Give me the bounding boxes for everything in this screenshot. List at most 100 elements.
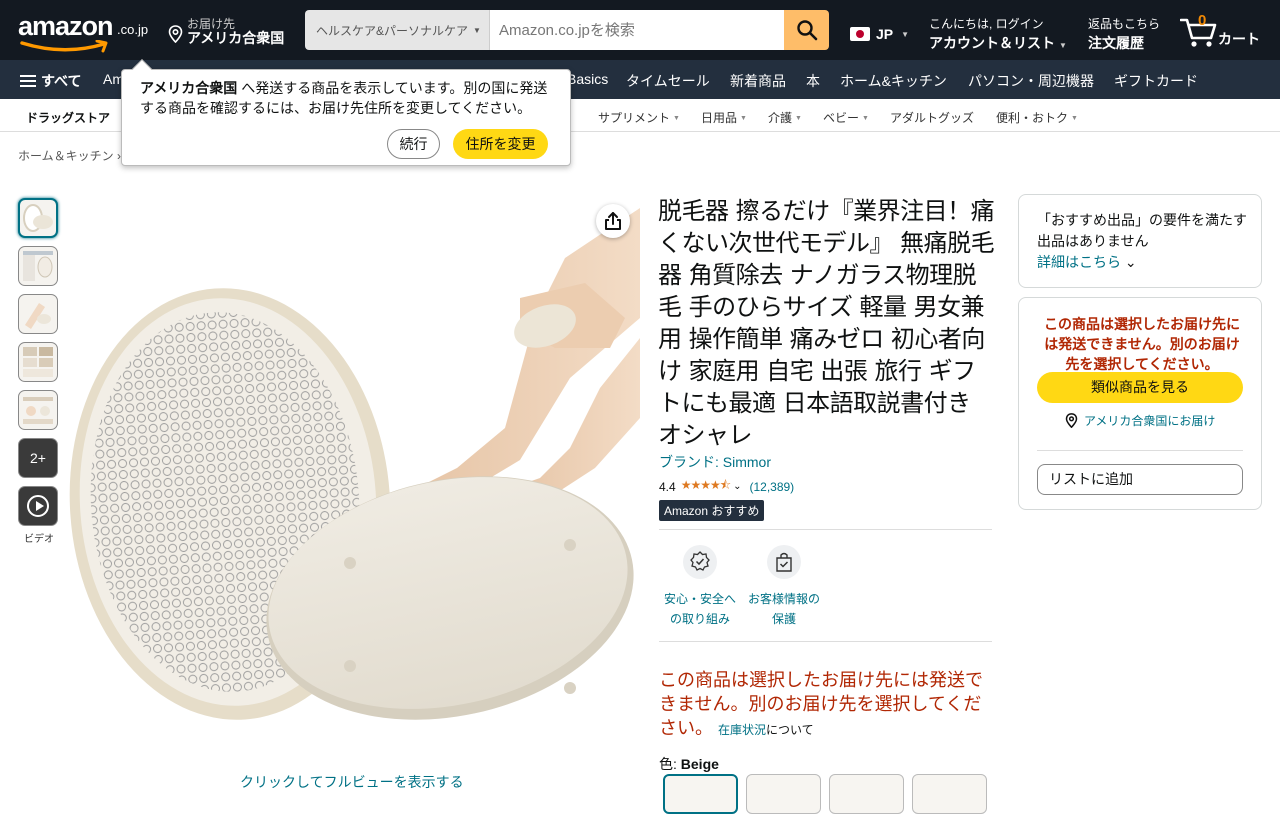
deliver-to-selector[interactable]: お届け先 アメリカ合衆国 bbox=[168, 13, 293, 49]
location-pin-icon bbox=[1065, 413, 1078, 428]
not-shippable-notice: この商品は選択したお届け先には発送できません。別のお届け先を選択してください。 bbox=[1044, 316, 1240, 372]
category-item-daily-goods[interactable]: 日用品 ▼ bbox=[701, 109, 747, 126]
shield-check-icon bbox=[683, 545, 717, 579]
category-item-adult[interactable]: アダルトグッズ bbox=[890, 109, 974, 126]
store-name[interactable]: ドラッグストア bbox=[26, 109, 110, 126]
language-selector[interactable]: JP ▼ bbox=[850, 26, 909, 42]
subnav-item-basics[interactable]: Basics bbox=[567, 71, 608, 87]
subnav-item-new-arrivals[interactable]: 新着商品 bbox=[730, 71, 786, 91]
color-swatch-3[interactable] bbox=[829, 774, 904, 814]
category-item-deals[interactable]: 便利・おトク ▼ bbox=[996, 109, 1078, 126]
video-thumbnail[interactable] bbox=[18, 486, 58, 526]
popover-country: アメリカ合衆国 bbox=[140, 80, 238, 96]
amazon-logo[interactable]: amazon .co.jp bbox=[18, 10, 153, 54]
featured-offer-box: 「おすすめ出品」の要件を満たす出品はありません 詳細はこちら ⌄ bbox=[1018, 194, 1262, 288]
returns-label: 返品もこちら bbox=[1088, 17, 1161, 31]
lifestyle-thumbnail-icon bbox=[23, 251, 53, 281]
chevron-down-icon[interactable]: ⌄ bbox=[733, 481, 741, 492]
search-bar: ヘルスケア&パーソナルケア ▼ bbox=[305, 10, 829, 50]
japan-flag-icon bbox=[850, 27, 870, 41]
feature-safety[interactable]: 安心・安全への取り組み bbox=[660, 545, 740, 629]
account-menu[interactable]: こんにちは, ログイン アカウント＆リスト ▼ bbox=[929, 15, 1067, 53]
details-link-label: 詳細はこちら bbox=[1037, 254, 1121, 270]
main-product-image[interactable] bbox=[65, 198, 640, 766]
caret-down-icon: ▼ bbox=[473, 25, 481, 35]
color-value: Beige bbox=[680, 756, 719, 772]
secure-bag-icon bbox=[767, 545, 801, 579]
color-swatch-2[interactable] bbox=[746, 774, 821, 814]
play-icon bbox=[27, 495, 49, 517]
color-swatch-4[interactable] bbox=[912, 774, 987, 814]
thumbnail-image-4[interactable] bbox=[18, 342, 58, 382]
account-label: アカウント＆リスト bbox=[929, 35, 1055, 51]
deliver-to-text: アメリカ合衆国にお届け bbox=[1084, 414, 1216, 428]
search-category-dropdown[interactable]: ヘルスケア&パーソナルケア ▼ bbox=[305, 10, 490, 50]
review-count-link[interactable]: (12,389) bbox=[749, 480, 794, 494]
thumbnail-image-2[interactable] bbox=[18, 246, 58, 286]
product-thumbnail-icon bbox=[23, 204, 53, 232]
full-view-link[interactable]: クリックしてフルビューを表示する bbox=[240, 772, 464, 792]
caret-down-icon: ▼ bbox=[740, 115, 747, 122]
category-item-label: サプリメント bbox=[598, 111, 671, 125]
more-images-thumbnail[interactable]: 2+ bbox=[18, 438, 58, 478]
feature-privacy[interactable]: お客様情報の保護 bbox=[744, 545, 824, 629]
color-swatch-beige[interactable] bbox=[663, 774, 738, 814]
account-greeting: こんにちは, ログイン bbox=[929, 17, 1044, 31]
orders-link[interactable]: 返品もこちら 注文履歴 bbox=[1088, 15, 1160, 53]
language-label: JP bbox=[876, 26, 894, 42]
details-link[interactable]: 詳細はこちら ⌄ bbox=[1037, 252, 1137, 272]
usage-thumbnail-icon bbox=[25, 303, 51, 329]
unavailable-message: この商品は選択したお届け先には発送できません。別のお届け先を選択してください。 … bbox=[659, 668, 994, 742]
caret-down-icon: ▼ bbox=[1059, 41, 1067, 50]
stock-status-link[interactable]: 在庫状況 bbox=[718, 723, 766, 737]
unavailable-text: この商品は選択したお届け先には発送できません。別のお届け先を選択してください。 bbox=[659, 670, 983, 738]
infographic-thumbnail-icon bbox=[23, 347, 53, 377]
stock-status-suffix: について bbox=[766, 723, 814, 737]
thumbnail-image-3[interactable] bbox=[18, 294, 58, 334]
breadcrumb[interactable]: ホーム＆キッチン › bbox=[18, 147, 121, 164]
thumbnail-image-5[interactable] bbox=[18, 390, 58, 430]
location-pin-icon bbox=[168, 25, 183, 43]
rating-summary: 4.4 ★★★★⯪ ⌄ (12,389) bbox=[659, 476, 794, 497]
subnav-item-gift-cards[interactable]: ギフトカード bbox=[1114, 71, 1198, 91]
category-item-label: 介護 bbox=[768, 111, 793, 125]
deliver-to-link[interactable]: アメリカ合衆国にお届け bbox=[1065, 412, 1215, 429]
no-featured-offer-text: 「おすすめ出品」の要件を満たす出品はありません bbox=[1037, 212, 1247, 249]
caret-down-icon: ▼ bbox=[795, 115, 802, 122]
category-item-care[interactable]: 介護 ▼ bbox=[768, 109, 802, 126]
search-category-label: ヘルスケア&パーソナルケア bbox=[316, 23, 469, 38]
search-input[interactable] bbox=[490, 10, 784, 50]
search-icon bbox=[796, 20, 817, 41]
all-menu-button[interactable]: すべて bbox=[20, 71, 81, 91]
caret-down-icon: ▼ bbox=[862, 115, 869, 122]
caret-down-icon: ▼ bbox=[901, 29, 910, 39]
subnav-item-books[interactable]: 本 bbox=[806, 71, 820, 91]
continue-button[interactable]: 続行 bbox=[387, 129, 440, 159]
subnav-item-home-kitchen[interactable]: ホーム&キッチン bbox=[840, 71, 947, 91]
subnav-item-computers[interactable]: パソコン・周辺機器 bbox=[968, 71, 1094, 91]
divider bbox=[659, 641, 992, 642]
caret-down-icon: ▼ bbox=[1071, 115, 1078, 122]
top-navigation-bar: amazon .co.jp お届け先 アメリカ合衆国 ヘルスケア&パーソナルケア… bbox=[0, 0, 1280, 60]
see-similar-button[interactable]: 類似商品を見る bbox=[1037, 372, 1243, 403]
thumbnail-image-1[interactable] bbox=[18, 198, 58, 238]
color-selector-label: 色: Beige bbox=[659, 754, 719, 774]
share-button[interactable] bbox=[596, 204, 630, 238]
star-rating-icon[interactable]: ★★★★⯪ bbox=[681, 476, 731, 497]
category-item-supplements[interactable]: サプリメント ▼ bbox=[598, 109, 680, 126]
brand-link[interactable]: ブランド: Simmor bbox=[659, 452, 771, 472]
cart-button[interactable]: 0 カート bbox=[1180, 12, 1270, 50]
add-to-list-button[interactable]: リストに追加 bbox=[1037, 464, 1243, 495]
search-button[interactable] bbox=[784, 10, 829, 50]
logo-smile-icon bbox=[20, 40, 108, 53]
cart-label: カート bbox=[1218, 31, 1260, 47]
change-address-button[interactable]: 住所を変更 bbox=[453, 129, 548, 159]
buy-box: この商品は選択したお届け先には発送できません。別のお届け先を選択してください。 … bbox=[1018, 297, 1262, 510]
orders-label: 注文履歴 bbox=[1088, 35, 1144, 51]
category-item-baby[interactable]: ベビー ▼ bbox=[823, 109, 869, 126]
feature-privacy-label: お客様情報の保護 bbox=[747, 592, 820, 626]
category-item-label: アダルトグッズ bbox=[890, 111, 975, 125]
subnav-item-timesale[interactable]: タイムセール bbox=[626, 71, 710, 91]
popover-message: アメリカ合衆国 へ発送する商品を表示しています。別の国に発送する商品を確認するに… bbox=[140, 78, 560, 118]
category-item-label: 日用品 bbox=[701, 111, 738, 125]
